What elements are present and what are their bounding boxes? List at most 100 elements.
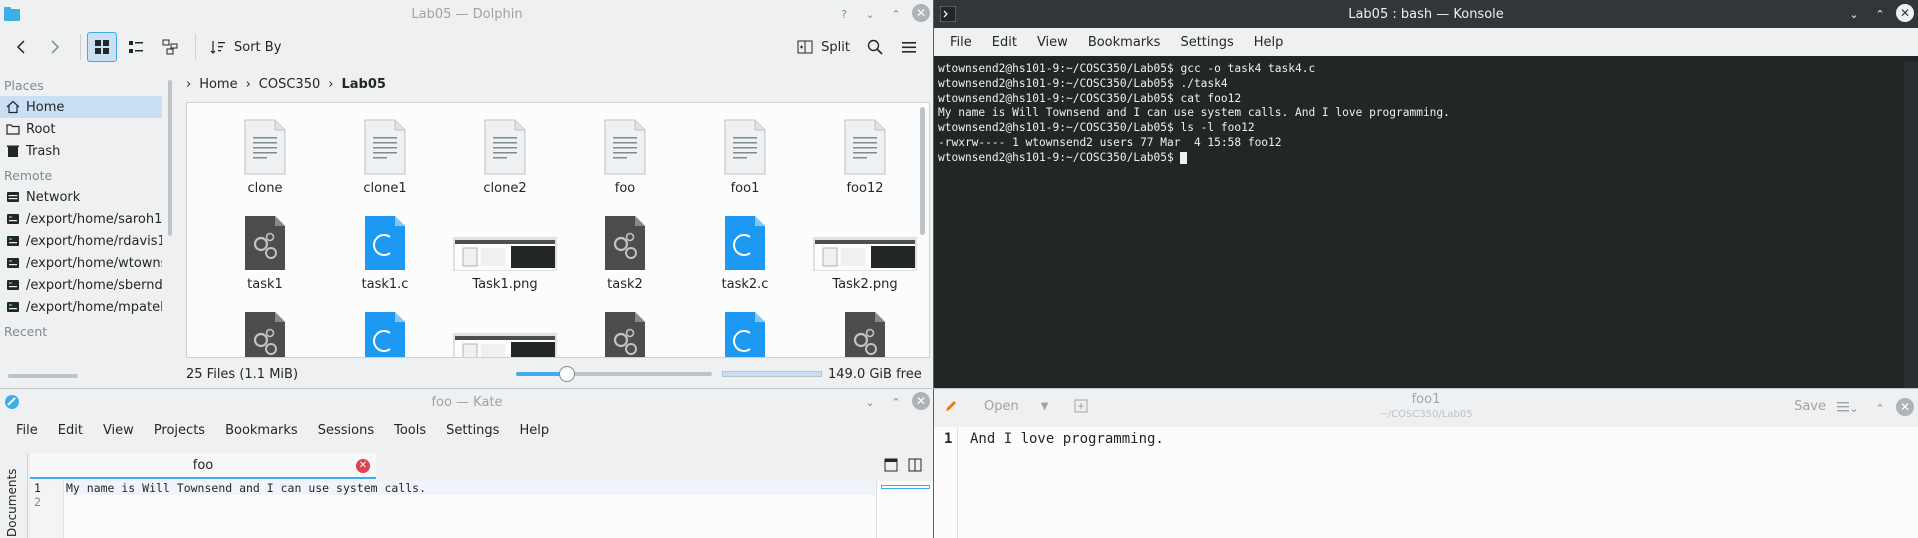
tab-close-icon[interactable]: ✕ — [356, 459, 370, 473]
breadcrumb-home[interactable]: Home — [199, 77, 237, 92]
breadcrumb-cosc350[interactable]: COSC350 — [259, 77, 320, 92]
terminal-output[interactable]: wtownsend2@hs101-9:~/COSC350/Lab05$ gcc … — [936, 62, 1904, 389]
sidebar-item-remote-drive[interactable]: /export/home/mpatel9 — [0, 296, 162, 318]
file-view-scrollbar[interactable] — [920, 107, 925, 235]
file-icon — [363, 113, 407, 175]
kate-editor[interactable]: 1 2 My name is Will Townsend and I can u… — [30, 481, 934, 538]
split-icon — [797, 40, 813, 54]
zoom-slider-handle[interactable] — [558, 366, 575, 382]
menu-projects[interactable]: Projects — [144, 423, 215, 438]
forward-icon — [51, 40, 60, 54]
split-button[interactable]: Split — [791, 32, 856, 62]
sort-by-button[interactable]: Sort By — [202, 32, 289, 62]
terminal-scrollbar[interactable] — [1904, 62, 1918, 389]
places-hscrollbar[interactable] — [8, 374, 78, 378]
file-icon — [813, 209, 917, 271]
terminal-cursor — [1180, 151, 1188, 164]
minimize-button[interactable]: ⌄ — [1844, 4, 1864, 24]
menu-view[interactable]: View — [93, 423, 144, 438]
places-vscrollbar[interactable] — [168, 80, 172, 236]
file-item[interactable] — [565, 305, 685, 357]
file-item[interactable] — [445, 305, 565, 357]
save-button[interactable]: Save — [1794, 399, 1826, 414]
menu-help[interactable]: Help — [509, 423, 559, 438]
menu-file[interactable]: File — [940, 35, 982, 50]
details-view-button[interactable] — [155, 32, 185, 62]
file-item[interactable]: foo12 — [805, 113, 925, 209]
close-button[interactable]: ✕ — [1896, 4, 1914, 22]
tab-foo[interactable]: foo ✕ — [30, 453, 376, 479]
menu-settings[interactable]: Settings — [1170, 35, 1243, 50]
menu-settings[interactable]: Settings — [436, 423, 509, 438]
file-item[interactable]: clone1 — [325, 113, 445, 209]
close-button[interactable]: ✕ — [912, 4, 930, 22]
window-title: foo — Kate — [431, 394, 503, 410]
konsole-titlebar[interactable]: Lab05 : bash — Konsole ⌄ ⌃ ✕ — [934, 0, 1918, 28]
sidebar-item-remote-drive[interactable]: /export/home/wtowns — [0, 252, 162, 274]
search-button[interactable] — [860, 32, 890, 62]
sidebar-item-root[interactable]: Root — [0, 118, 162, 140]
close-button[interactable]: ✕ — [912, 392, 930, 410]
split-icon — [908, 458, 922, 472]
menu-view[interactable]: View — [1027, 35, 1078, 50]
back-button[interactable] — [6, 32, 36, 62]
maximize-button[interactable]: ⌃ — [1870, 4, 1890, 24]
file-item[interactable]: foo — [565, 113, 685, 209]
kate-titlebar[interactable]: foo — Kate ⌄ ⌃ ✕ — [0, 389, 934, 415]
split-view-button[interactable] — [908, 458, 922, 472]
breadcrumb-lab05[interactable]: Lab05 — [341, 77, 385, 92]
menu-edit[interactable]: Edit — [48, 423, 93, 438]
editor-header: Open ▼ foo1 ~/COSC350/Lab05 Save ⌄ ⌃ ✕ — [934, 389, 1918, 427]
file-item[interactable]: task1 — [205, 209, 325, 305]
forward-button[interactable] — [40, 32, 70, 62]
file-item[interactable] — [685, 305, 805, 357]
executable-icon — [245, 312, 285, 357]
menu-bookmarks[interactable]: Bookmarks — [215, 423, 308, 438]
menu-edit[interactable]: Edit — [982, 35, 1027, 50]
file-item[interactable]: clone2 — [445, 113, 565, 209]
new-tab-button[interactable] — [884, 458, 898, 472]
file-item[interactable]: foo1 — [685, 113, 805, 209]
file-item[interactable] — [805, 305, 925, 357]
maximize-button[interactable]: ⌃ — [886, 392, 906, 412]
minimap[interactable] — [876, 481, 934, 538]
menu-tools[interactable]: Tools — [384, 423, 436, 438]
editor-body[interactable]: 1 And I love programming. — [934, 427, 1918, 538]
file-item[interactable]: Task1.png — [445, 209, 565, 305]
sidebar-item-remote-drive[interactable]: /export/home/sberndl — [0, 274, 162, 296]
menu-help[interactable]: Help — [1244, 35, 1294, 50]
minimize-button[interactable]: ⌄ — [1844, 398, 1864, 418]
sidebar-item-remote-drive[interactable]: /export/home/rdavis1: — [0, 230, 162, 252]
dolphin-titlebar[interactable]: Lab05 — Dolphin ? ⌄ ⌃ ✕ — [0, 0, 934, 28]
maximize-button[interactable]: ⌃ — [1870, 398, 1890, 418]
hamburger-menu-button[interactable] — [894, 32, 924, 62]
file-item[interactable]: task1.c — [325, 209, 445, 305]
file-icon — [453, 209, 557, 271]
file-item[interactable]: task2.c — [685, 209, 805, 305]
editor-text[interactable]: My name is Will Townsend and I can use s… — [66, 481, 876, 509]
menu-file[interactable]: File — [6, 423, 48, 438]
menu-sessions[interactable]: Sessions — [308, 423, 384, 438]
file-item[interactable] — [205, 305, 325, 357]
documents-label: Documents — [5, 468, 19, 537]
sidebar-item-remote-drive[interactable]: /export/home/saroh1 — [0, 208, 162, 230]
icons-view-button[interactable] — [87, 32, 117, 62]
window-divider — [0, 388, 1918, 389]
file-name: foo12 — [846, 181, 884, 196]
file-item[interactable]: task2 — [565, 209, 685, 305]
file-item[interactable] — [325, 305, 445, 357]
zoom-slider[interactable] — [516, 366, 712, 382]
sidebar-item-network[interactable]: Network — [0, 186, 162, 208]
compact-view-button[interactable] — [121, 32, 151, 62]
documents-sidebar-toggle[interactable]: Documents — [0, 453, 28, 538]
maximize-button[interactable]: ⌃ — [886, 4, 906, 24]
close-button[interactable]: ✕ — [1896, 398, 1914, 416]
minimize-button[interactable]: ⌄ — [860, 4, 880, 24]
menu-bookmarks[interactable]: Bookmarks — [1078, 35, 1171, 50]
sidebar-item-trash[interactable]: Trash — [0, 140, 162, 162]
sidebar-item-home[interactable]: Home — [0, 96, 162, 118]
file-item[interactable]: Task2.png — [805, 209, 925, 305]
minimize-button[interactable]: ⌄ — [860, 392, 880, 412]
file-item[interactable]: clone — [205, 113, 325, 209]
help-icon[interactable]: ? — [834, 4, 854, 24]
